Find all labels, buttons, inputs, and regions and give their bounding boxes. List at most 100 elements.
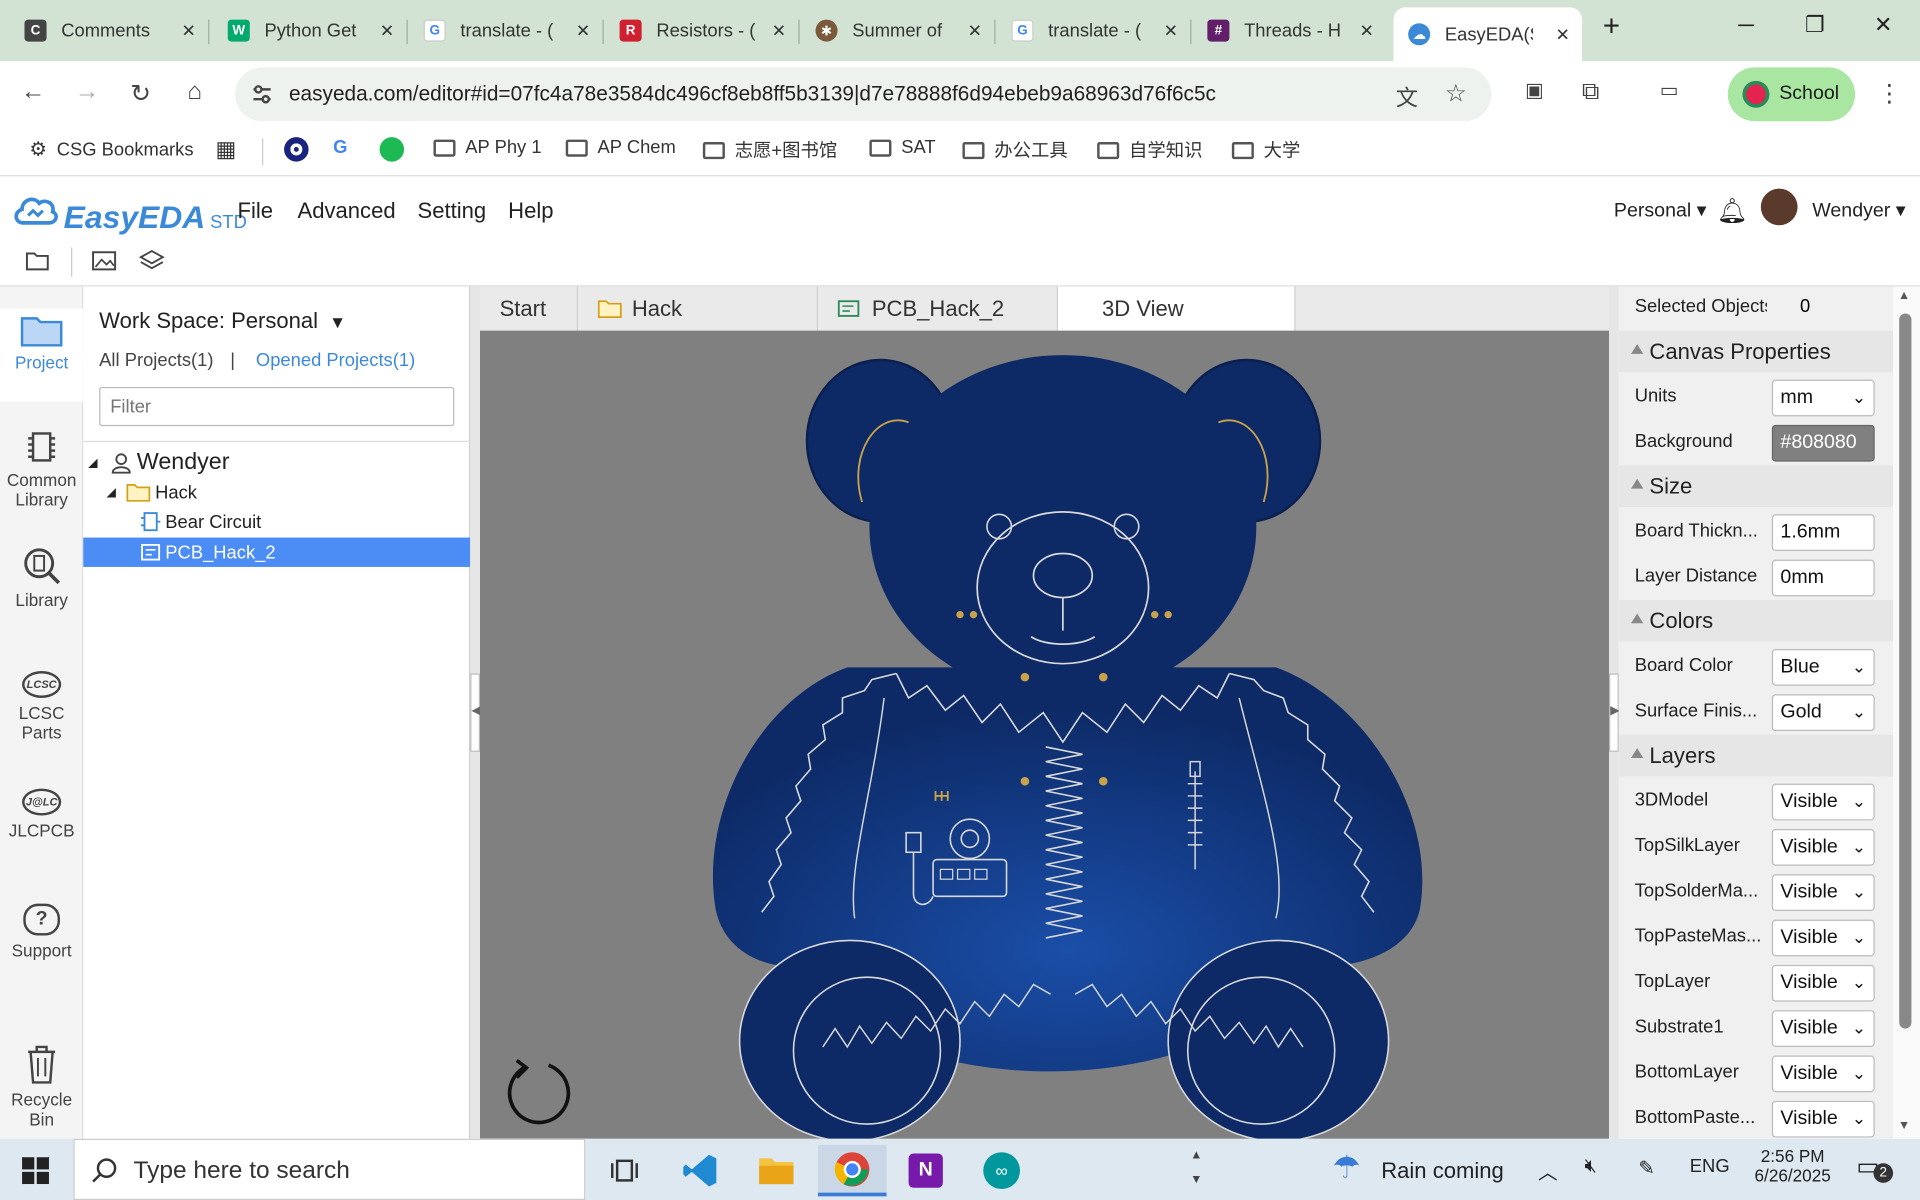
- layer-visibility-select[interactable]: Visible ⌄: [1771, 1055, 1875, 1093]
- browser-tab[interactable]: G translate - ( ✕: [399, 10, 602, 52]
- filter-input[interactable]: [99, 386, 455, 427]
- bookmark-spotify-icon[interactable]: [379, 137, 405, 162]
- task-view-icon[interactable]: [590, 1145, 659, 1196]
- browser-tab-active[interactable]: ☁ EasyEDA(St ✕: [1393, 7, 1583, 62]
- bookmark-folder[interactable]: 志愿+图书馆: [702, 137, 837, 163]
- layer-visibility-select[interactable]: Visible ⌄: [1771, 964, 1875, 1002]
- workspace-menu[interactable]: Personal ▾: [1614, 198, 1707, 222]
- taskbar-search[interactable]: Type here to search: [73, 1138, 586, 1200]
- bear-pcb-render[interactable]: [480, 331, 1609, 1139]
- browser-tab[interactable]: # Threads - H ✕: [1183, 10, 1386, 52]
- onenote-icon[interactable]: N: [891, 1145, 960, 1196]
- close-icon[interactable]: ✕: [576, 20, 590, 41]
- nav-jlcpcb[interactable]: J@LC JLCPCB: [0, 788, 83, 840]
- user-menu[interactable]: Wendyer ▾: [1812, 198, 1905, 222]
- bookmark-folder[interactable]: 办公工具: [962, 137, 1068, 163]
- collapse-left-icon[interactable]: ◀: [470, 673, 481, 752]
- extensions-icon[interactable]: ⧉: [1575, 78, 1607, 106]
- bookmark-o-icon[interactable]: [284, 137, 309, 162]
- menu-advanced[interactable]: Advanced: [298, 198, 396, 224]
- layer-visibility-select[interactable]: Visible ⌄: [1771, 1010, 1875, 1047]
- site-info-icon[interactable]: [250, 82, 274, 106]
- home-icon[interactable]: ⌂: [179, 78, 211, 106]
- board-thickness-input[interactable]: 1.6mm: [1771, 514, 1875, 552]
- translate-icon[interactable]: 文: [1396, 81, 1418, 113]
- apps-grid-icon[interactable]: ▦: [216, 137, 237, 163]
- tree-project[interactable]: ◢ Hack: [83, 478, 470, 507]
- avatar[interactable]: [1760, 188, 1798, 226]
- bookmark-csg[interactable]: ⚙ CSG Bookmarks: [29, 137, 193, 161]
- scroll-up-icon[interactable]: ▲: [1898, 289, 1910, 302]
- tab-pcb[interactable]: PCB_Hack_2: [818, 286, 1058, 331]
- minimize-icon[interactable]: ─: [1722, 12, 1771, 38]
- section-canvas-properties[interactable]: Canvas Properties: [1618, 330, 1894, 373]
- nav-recycle-bin[interactable]: Recycle Bin: [0, 1043, 83, 1129]
- tab-hack[interactable]: Hack: [578, 286, 818, 331]
- bell-icon[interactable]: 🔔︎: [1717, 196, 1748, 227]
- section-layers[interactable]: Layers: [1618, 734, 1894, 777]
- chrome-icon[interactable]: [817, 1144, 887, 1197]
- menu-help[interactable]: Help: [508, 198, 553, 224]
- restore-icon[interactable]: ❐: [1790, 12, 1839, 38]
- bookmark-folder[interactable]: SAT: [869, 137, 936, 158]
- scroll-down-icon[interactable]: ▼: [1898, 1119, 1910, 1132]
- reader-icon[interactable]: ▣: [1518, 78, 1550, 102]
- nav-common-library[interactable]: Common Library: [0, 429, 83, 509]
- layer-visibility-select[interactable]: Visible ⌄: [1771, 828, 1875, 866]
- collapse-right-icon[interactable]: ▶: [1608, 673, 1620, 752]
- workspace-selector[interactable]: Work Space: Personal ▼: [99, 309, 346, 335]
- folder-open-icon[interactable]: [24, 247, 51, 274]
- bookmark-star-icon[interactable]: ☆: [1445, 78, 1467, 109]
- browser-tab[interactable]: W Python Get ✕: [203, 10, 406, 52]
- address-bar[interactable]: easyeda.com/editor#id=07fc4a78e3584dc496…: [235, 67, 1492, 122]
- tray-chevron-icon[interactable]: ︿: [1538, 1156, 1558, 1185]
- easyeda-logo[interactable]: EasyEDA STD: [12, 191, 247, 236]
- units-select[interactable]: mm ⌄: [1771, 379, 1875, 417]
- clock[interactable]: 2:56 PM 6/26/2025: [1753, 1146, 1831, 1185]
- expand-triangle-icon[interactable]: ◢: [88, 456, 97, 469]
- board-color-select[interactable]: Blue ⌄: [1771, 648, 1875, 686]
- layer-visibility-select[interactable]: Visible ⌄: [1771, 1100, 1875, 1138]
- close-icon[interactable]: ✕: [772, 20, 786, 41]
- bookmark-folder[interactable]: AP Phy 1: [433, 137, 542, 158]
- close-icon[interactable]: ✕: [380, 20, 394, 41]
- section-colors[interactable]: Colors: [1618, 600, 1894, 642]
- rotate-view-icon[interactable]: [507, 1058, 571, 1125]
- close-icon[interactable]: ✕: [968, 20, 982, 41]
- close-icon[interactable]: ✕: [182, 20, 196, 41]
- language-indicator[interactable]: ENG: [1690, 1156, 1730, 1177]
- browser-tab[interactable]: G translate - ( ✕: [987, 10, 1190, 52]
- nav-library[interactable]: Library: [0, 546, 83, 610]
- layer-distance-input[interactable]: 0mm: [1771, 559, 1875, 597]
- taskbar-scroll-icon[interactable]: ▲ ▼: [1190, 1144, 1202, 1193]
- tree-item-pcb-selected[interactable]: PCB_Hack_2: [83, 537, 471, 567]
- arduino-icon[interactable]: ∞: [967, 1145, 1036, 1196]
- back-icon[interactable]: ←: [17, 78, 49, 106]
- close-icon[interactable]: ✕: [1360, 20, 1374, 41]
- browser-tab[interactable]: R Resistors - ( ✕: [595, 10, 798, 52]
- browser-tab[interactable]: ✱ Summer of ✕: [791, 10, 994, 52]
- layer-visibility-select[interactable]: Visible ⌄: [1771, 874, 1875, 912]
- bookmark-google-icon[interactable]: G: [333, 137, 347, 158]
- bookmark-folder[interactable]: 自学知识: [1097, 137, 1202, 163]
- file-explorer-icon[interactable]: [742, 1145, 811, 1196]
- windows-start-icon[interactable]: [22, 1157, 49, 1185]
- 3d-view-canvas[interactable]: [480, 330, 1609, 1139]
- profile-button[interactable]: School: [1727, 67, 1856, 122]
- reload-icon[interactable]: ↻: [125, 78, 157, 109]
- right-splitter[interactable]: ▶: [1608, 286, 1620, 1139]
- tab-3d-view[interactable]: 3D View: [1057, 286, 1296, 331]
- new-tab-button[interactable]: +: [1587, 10, 1636, 44]
- nav-support[interactable]: ? Support: [0, 903, 83, 960]
- browser-tab[interactable]: C Comments ✕: [0, 10, 208, 52]
- layer-visibility-select[interactable]: Visible ⌄: [1771, 919, 1875, 957]
- tab-start[interactable]: Start: [480, 286, 578, 331]
- weather-status[interactable]: Rain coming: [1381, 1158, 1504, 1184]
- bookmark-folder[interactable]: 大学: [1231, 137, 1300, 163]
- layers-icon[interactable]: [138, 247, 165, 274]
- close-icon[interactable]: ✕: [1164, 20, 1178, 41]
- vscode-icon[interactable]: [666, 1145, 735, 1196]
- forward-icon[interactable]: →: [71, 78, 103, 106]
- opened-projects-link[interactable]: Opened Projects(1): [256, 350, 415, 371]
- tree-owner[interactable]: ◢ Wendyer: [83, 448, 470, 477]
